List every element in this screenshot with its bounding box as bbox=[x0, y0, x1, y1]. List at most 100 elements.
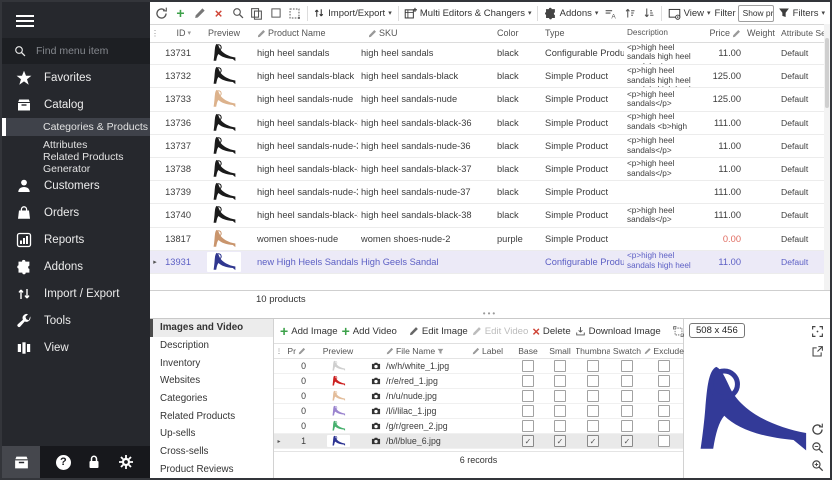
table-row[interactable]: 13736 high heel sandals-black-36 high he… bbox=[150, 112, 824, 135]
tab-related-products[interactable]: Related Products bbox=[150, 407, 273, 425]
help-icon[interactable]: ? bbox=[56, 455, 71, 470]
refresh-button[interactable] bbox=[153, 4, 170, 22]
sidebar-item-view[interactable]: View bbox=[2, 334, 150, 361]
column-header-file-name[interactable]: File Name bbox=[386, 346, 472, 356]
base-checkbox[interactable] bbox=[522, 435, 534, 447]
image-row[interactable]: 0 /w/h/white_1.jpg bbox=[274, 359, 683, 374]
tab-categories[interactable]: Categories bbox=[150, 390, 273, 408]
rotate-icon[interactable] bbox=[811, 423, 824, 436]
delete-image-button[interactable]: ×Delete bbox=[532, 324, 570, 339]
edit-video-button[interactable]: Edit Video bbox=[472, 326, 529, 337]
row-selector[interactable]: ▸ bbox=[274, 438, 284, 445]
base-checkbox[interactable] bbox=[522, 375, 534, 387]
small-checkbox[interactable] bbox=[554, 405, 566, 417]
sidebar-item-categories-products[interactable]: Categories & Products bbox=[2, 118, 150, 136]
column-header-small[interactable]: Small bbox=[544, 346, 576, 356]
sidebar-item-catalog[interactable]: Catalog bbox=[2, 91, 150, 118]
tab-images-and-video[interactable]: Images and Video bbox=[150, 319, 273, 337]
column-header-exclude[interactable]: Exclude bbox=[644, 346, 684, 356]
addons-menu[interactable]: Addons▾ bbox=[542, 7, 601, 20]
image-row[interactable]: ▸ 1 /b/l/blue_6.jpg bbox=[274, 434, 683, 449]
exclude-checkbox[interactable] bbox=[658, 360, 670, 372]
sidebar-item-orders[interactable]: Orders bbox=[2, 199, 150, 226]
filters-menu[interactable]: Filters▾ bbox=[776, 7, 827, 19]
base-checkbox[interactable] bbox=[522, 390, 534, 402]
panel-splitter[interactable]: ••• bbox=[150, 308, 830, 318]
column-header-attribute-set[interactable]: Attribute Set Name bbox=[778, 28, 824, 38]
zoom-out-icon[interactable] bbox=[811, 441, 824, 454]
sidebar-item-favorites[interactable]: Favorites bbox=[2, 64, 150, 91]
search-button[interactable] bbox=[229, 4, 246, 22]
view-menu[interactable]: View▾ bbox=[666, 7, 713, 20]
small-checkbox[interactable] bbox=[554, 375, 566, 387]
add-product-button[interactable]: + bbox=[172, 4, 189, 22]
swatch-checkbox[interactable] bbox=[621, 420, 633, 432]
store-icon[interactable] bbox=[2, 446, 40, 478]
fit-screen-icon[interactable] bbox=[811, 325, 824, 338]
thumbnail-checkbox[interactable] bbox=[587, 375, 599, 387]
image-row[interactable]: 0 /g/r/green_2.jpg bbox=[274, 419, 683, 434]
thumbnail-checkbox[interactable] bbox=[587, 435, 599, 447]
swatch-checkbox[interactable] bbox=[621, 435, 633, 447]
filter-select[interactable]: Show products from selected categories▾ bbox=[738, 5, 774, 22]
tab-inventory[interactable]: Inventory bbox=[150, 354, 273, 372]
vertical-scrollbar[interactable] bbox=[824, 24, 830, 290]
image-row[interactable]: 0 /n/u/nude.jpg bbox=[274, 389, 683, 404]
table-row[interactable]: 13740 high heel sandals-black-38 high he… bbox=[150, 204, 824, 227]
exclude-checkbox[interactable] bbox=[658, 375, 670, 387]
column-header-product-name[interactable]: Product Name bbox=[254, 28, 358, 38]
exclude-checkbox[interactable] bbox=[658, 435, 670, 447]
base-checkbox[interactable] bbox=[522, 420, 534, 432]
row-selector-header[interactable]: ⋮ bbox=[150, 29, 160, 38]
small-checkbox[interactable] bbox=[554, 390, 566, 402]
select-cells-button[interactable] bbox=[286, 4, 303, 22]
column-header-preview[interactable]: Preview bbox=[194, 28, 254, 38]
download-image-button[interactable]: Download Image bbox=[575, 326, 661, 337]
column-header-weight[interactable]: Weight bbox=[744, 28, 778, 38]
edit-image-button[interactable]: Edit Image bbox=[409, 326, 468, 337]
row-selector-header[interactable]: ⋮ bbox=[274, 348, 284, 355]
sidebar-item-related-products-generator[interactable]: Related Products Generator bbox=[2, 154, 150, 172]
sidebar-item-customers[interactable]: Customers bbox=[2, 172, 150, 199]
sidebar-item-import-export[interactable]: Import / Export bbox=[2, 280, 150, 307]
hamburger-menu-icon[interactable] bbox=[2, 2, 150, 38]
column-header-price[interactable]: Price bbox=[698, 28, 744, 38]
exclude-checkbox[interactable] bbox=[658, 405, 670, 417]
sort-asc-button[interactable] bbox=[621, 4, 638, 22]
column-header-pr[interactable]: Pr bbox=[284, 346, 310, 356]
column-header-sku[interactable]: SKU bbox=[358, 28, 494, 38]
sort-az-button[interactable] bbox=[602, 4, 619, 22]
table-row[interactable]: 13738 high heel sandals-black-37 high he… bbox=[150, 158, 824, 181]
base-checkbox[interactable] bbox=[522, 405, 534, 417]
row-selector[interactable]: ▸ bbox=[150, 258, 160, 266]
lock-icon[interactable] bbox=[86, 454, 102, 470]
thumbnail-checkbox[interactable] bbox=[587, 390, 599, 402]
sidebar-item-addons[interactable]: Addons bbox=[2, 253, 150, 280]
swatch-checkbox[interactable] bbox=[621, 405, 633, 417]
swatch-checkbox[interactable] bbox=[621, 360, 633, 372]
menu-search-input[interactable] bbox=[34, 44, 138, 58]
multi-editors-menu[interactable]: Multi Editors & Changers▾ bbox=[402, 7, 534, 20]
add-image-button[interactable]: +Add Image bbox=[280, 323, 338, 339]
column-header-id[interactable]: ID▾ bbox=[160, 28, 194, 38]
delete-product-button[interactable]: × bbox=[210, 4, 227, 22]
small-checkbox[interactable] bbox=[554, 360, 566, 372]
column-header-swatch[interactable]: Swatch bbox=[610, 346, 644, 356]
exclude-checkbox[interactable] bbox=[658, 420, 670, 432]
column-header-type[interactable]: Type bbox=[542, 28, 624, 38]
copy-button[interactable] bbox=[248, 4, 265, 22]
column-header-label[interactable]: Label bbox=[472, 346, 512, 356]
zoom-in-icon[interactable] bbox=[811, 459, 824, 472]
external-link-icon[interactable] bbox=[811, 345, 824, 358]
table-row[interactable]: 13817 women shoes-nude women shoes-nude-… bbox=[150, 228, 824, 251]
image-row[interactable]: 0 /r/e/red_1.jpg bbox=[274, 374, 683, 389]
swatch-checkbox[interactable] bbox=[621, 390, 633, 402]
sort-desc-button[interactable] bbox=[640, 4, 657, 22]
column-header-base[interactable]: Base bbox=[512, 346, 544, 356]
small-checkbox[interactable] bbox=[554, 435, 566, 447]
exclude-checkbox[interactable] bbox=[658, 390, 670, 402]
thumbnail-checkbox[interactable] bbox=[587, 420, 599, 432]
tab-cross-sells[interactable]: Cross-sells bbox=[150, 443, 273, 461]
table-row[interactable]: 13732 high heel sandals-black high heel … bbox=[150, 65, 824, 88]
column-header-color[interactable]: Color bbox=[494, 28, 542, 38]
